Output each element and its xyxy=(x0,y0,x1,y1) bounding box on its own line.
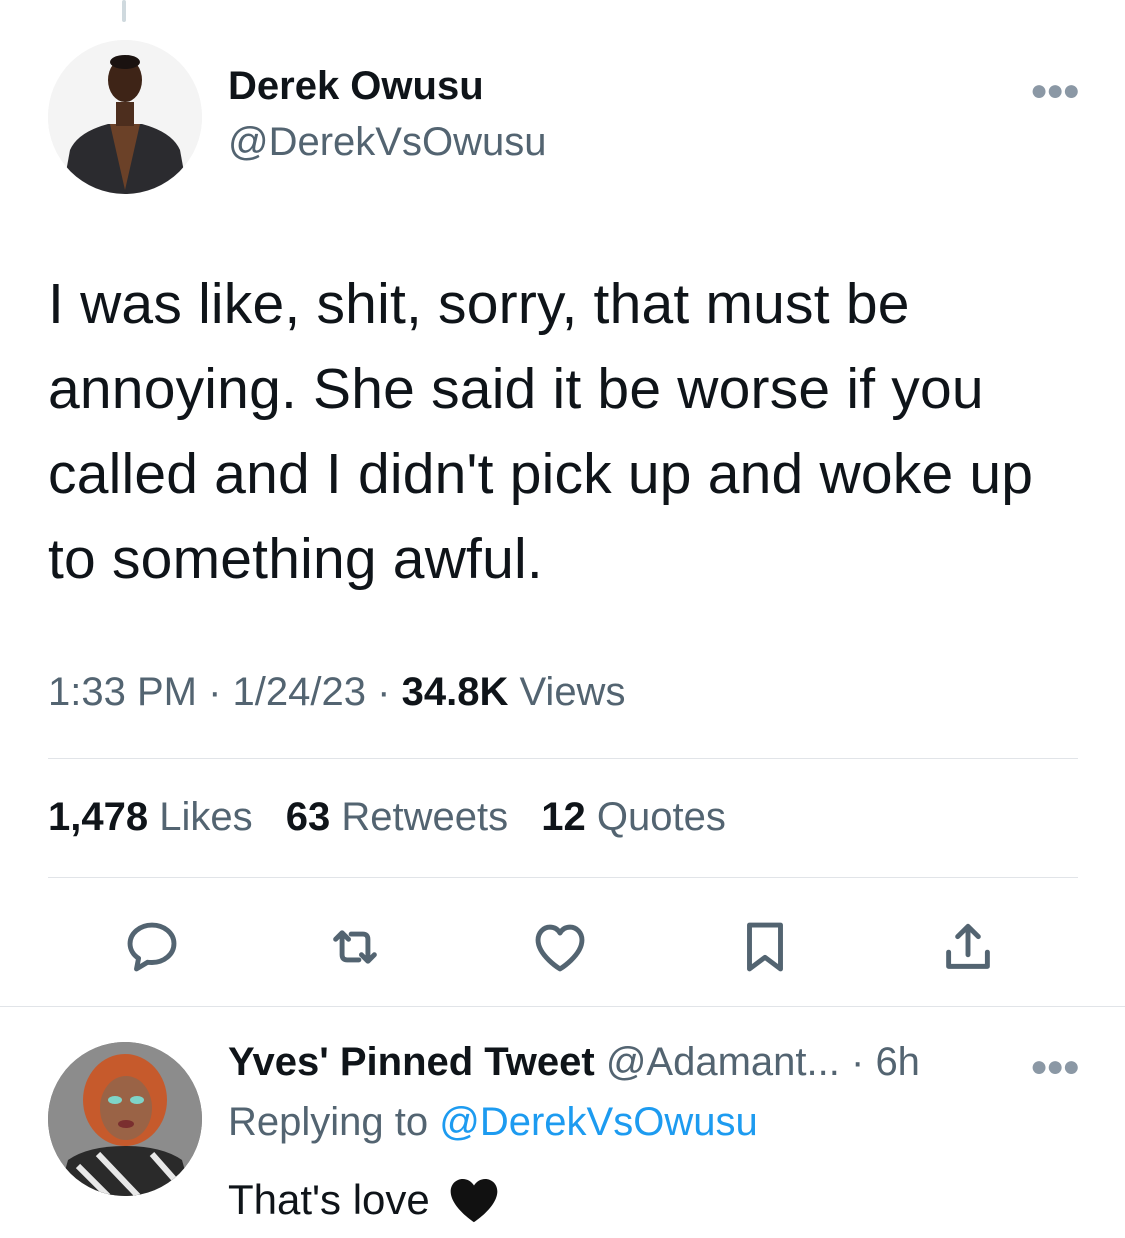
reply-author-name[interactable]: Yves' Pinned Tweet xyxy=(228,1040,595,1084)
reply-text-row: That's love xyxy=(228,1172,502,1228)
quotes-count: 12 xyxy=(541,795,586,839)
likes-label: Likes xyxy=(159,795,253,839)
author-name[interactable]: Derek Owusu xyxy=(228,64,484,109)
replying-to-link[interactable]: @DerekVsOwusu xyxy=(439,1100,757,1144)
retweets-stat[interactable]: 63 Retweets xyxy=(286,795,508,839)
tweet-time[interactable]: 1:33 PM xyxy=(48,670,197,714)
divider xyxy=(48,758,1078,759)
share-button[interactable] xyxy=(933,912,1003,982)
retweets-count: 63 xyxy=(285,795,331,839)
bookmark-button[interactable] xyxy=(730,912,800,982)
replying-to: Replying to @DerekVsOwusu xyxy=(228,1100,758,1145)
more-dots-icon[interactable]: ●●● xyxy=(1030,76,1080,106)
retweet-button[interactable] xyxy=(320,912,390,982)
reply-icon xyxy=(127,922,177,972)
like-button[interactable] xyxy=(525,912,595,982)
author-handle[interactable]: @DerekVsOwusu xyxy=(228,120,546,165)
quotes-label: Quotes xyxy=(596,795,726,839)
tweet-text: I was like, shit, sorry, that must be an… xyxy=(48,272,1034,591)
retweet-icon xyxy=(333,930,377,964)
share-icon xyxy=(946,923,990,969)
reply-button[interactable] xyxy=(117,912,187,982)
tweet-stats: 1,478 Likes 63 Retweets 12 Quotes xyxy=(48,795,748,840)
reply-header: Yves' Pinned Tweet @Adamant... · 6h xyxy=(228,1040,920,1085)
like-icon xyxy=(535,924,585,972)
replying-prefix: Replying to xyxy=(228,1100,429,1144)
reply-author-avatar[interactable] xyxy=(48,1042,202,1196)
likes-count: 1,478 xyxy=(48,795,149,839)
separator: · xyxy=(850,1040,865,1084)
tweet-meta: 1:33 PM · 1/24/23 · 34.8K Views xyxy=(48,670,625,715)
reply-text: That's love xyxy=(228,1176,430,1223)
likes-stat[interactable]: 1,478 Likes xyxy=(48,795,253,839)
retweets-label: Retweets xyxy=(341,795,509,839)
separator: · xyxy=(377,670,391,714)
tweet-date[interactable]: 1/24/23 xyxy=(233,670,366,714)
reply-author-handle[interactable]: @Adamant... xyxy=(606,1040,840,1084)
reply-time[interactable]: 6h xyxy=(875,1040,920,1084)
more-dots-icon[interactable]: ●●● xyxy=(1030,1052,1080,1082)
author-avatar[interactable] xyxy=(48,40,202,194)
views-label: Views xyxy=(519,670,626,714)
black-heart-icon xyxy=(450,1179,498,1223)
separator: · xyxy=(208,670,222,714)
views-count: 34.8K xyxy=(401,670,509,714)
quotes-stat[interactable]: 12 Quotes xyxy=(541,795,726,839)
divider xyxy=(0,1006,1125,1007)
thread-connector-line xyxy=(122,0,126,22)
bookmark-icon xyxy=(747,922,783,972)
divider xyxy=(48,877,1078,878)
